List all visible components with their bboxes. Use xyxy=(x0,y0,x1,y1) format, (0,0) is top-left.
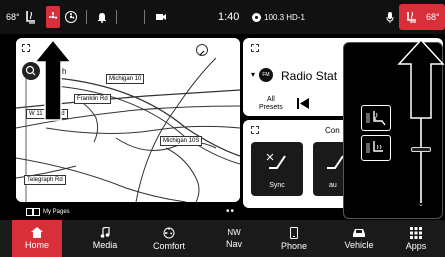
driver-seat-heat-icon[interactable] xyxy=(24,0,38,34)
nav-home[interactable]: Home xyxy=(12,220,62,257)
radio-band-badge: FM xyxy=(259,68,273,82)
annotation-arrow-seat-heat xyxy=(397,38,445,119)
radio-station-name: Radio Stat xyxy=(281,69,338,83)
nav-apps[interactable]: Apps xyxy=(387,220,445,257)
camera-icon[interactable] xyxy=(156,0,166,34)
compass-icon[interactable] xyxy=(196,44,208,56)
passenger-seat-heat-button[interactable]: 68° xyxy=(399,4,445,30)
page-dots[interactable]: •• xyxy=(226,206,235,217)
nav-vehicle[interactable]: Vehicle xyxy=(330,220,388,257)
nav-media[interactable]: Media xyxy=(76,220,134,257)
street-michigan-10s: Michigan 10S xyxy=(160,136,203,146)
status-bar: 68° 1:40 100.3 HD-1 68° xyxy=(0,0,445,34)
seat-cushion-heat-icon xyxy=(366,141,383,153)
radio-station-label: 100.3 HD-1 xyxy=(264,12,305,22)
apps-icon xyxy=(410,226,422,239)
bell-icon[interactable] xyxy=(97,0,107,34)
home-icon xyxy=(31,227,43,238)
expand-comfort-icon[interactable] xyxy=(251,126,259,134)
nav-nav[interactable]: NW Nav xyxy=(205,220,263,257)
chevron-down-icon[interactable]: ▾ xyxy=(251,70,255,79)
divider xyxy=(144,10,145,24)
mic-icon[interactable] xyxy=(386,0,394,34)
driver-temperature[interactable]: 68° xyxy=(6,0,20,34)
all-presets-button[interactable]: All Presets xyxy=(259,96,283,112)
radio-status[interactable]: 100.3 HD-1 xyxy=(252,0,305,34)
seat-recline-icon xyxy=(266,153,286,169)
annotation-arrow-fan xyxy=(33,38,73,121)
compass-direction: NW xyxy=(227,228,241,237)
nav-comfort[interactable]: Comfort xyxy=(140,220,198,257)
nav-phone[interactable]: Phone xyxy=(265,220,323,257)
clock: 1:40 xyxy=(218,11,240,23)
comfort-title: Con xyxy=(325,126,340,135)
music-icon xyxy=(100,227,110,238)
seat-back-heat-icon xyxy=(366,111,386,126)
seek-back-icon[interactable] xyxy=(297,96,309,114)
bottom-nav: Home Media Comfort NW Nav Phone Vehicle … xyxy=(0,220,445,257)
expand-radio-icon[interactable] xyxy=(251,44,259,52)
divider xyxy=(86,10,87,24)
auto-label: au xyxy=(329,182,337,189)
street-michigan-10: Michigan 10 xyxy=(106,74,145,84)
phone-icon xyxy=(290,226,298,239)
seat-back-heat-button[interactable] xyxy=(361,105,391,131)
street-franklin: Franklin Rd xyxy=(74,94,111,104)
my-pages-label: My Pages xyxy=(43,209,70,215)
heat-level-thumb[interactable] xyxy=(411,147,431,152)
car-icon xyxy=(353,228,365,237)
passenger-seat-heat-icon xyxy=(405,10,419,24)
comfort-icon xyxy=(163,227,175,238)
pages-icon xyxy=(26,208,40,216)
passenger-temperature: 68° xyxy=(426,12,440,22)
expand-map-icon[interactable] xyxy=(22,44,30,52)
my-pages-link[interactable]: My Pages xyxy=(26,208,70,216)
chevron-down-icon[interactable]: ⌄ xyxy=(418,200,424,208)
divider xyxy=(116,10,117,24)
seat-cushion-heat-button[interactable] xyxy=(361,135,391,161)
fan-icon[interactable] xyxy=(46,6,60,28)
street-telegraph: Telegraph Rd xyxy=(24,175,66,185)
climate-icon[interactable] xyxy=(64,0,78,34)
sync-button[interactable]: Sync xyxy=(251,142,303,196)
sync-label: Sync xyxy=(269,182,285,189)
